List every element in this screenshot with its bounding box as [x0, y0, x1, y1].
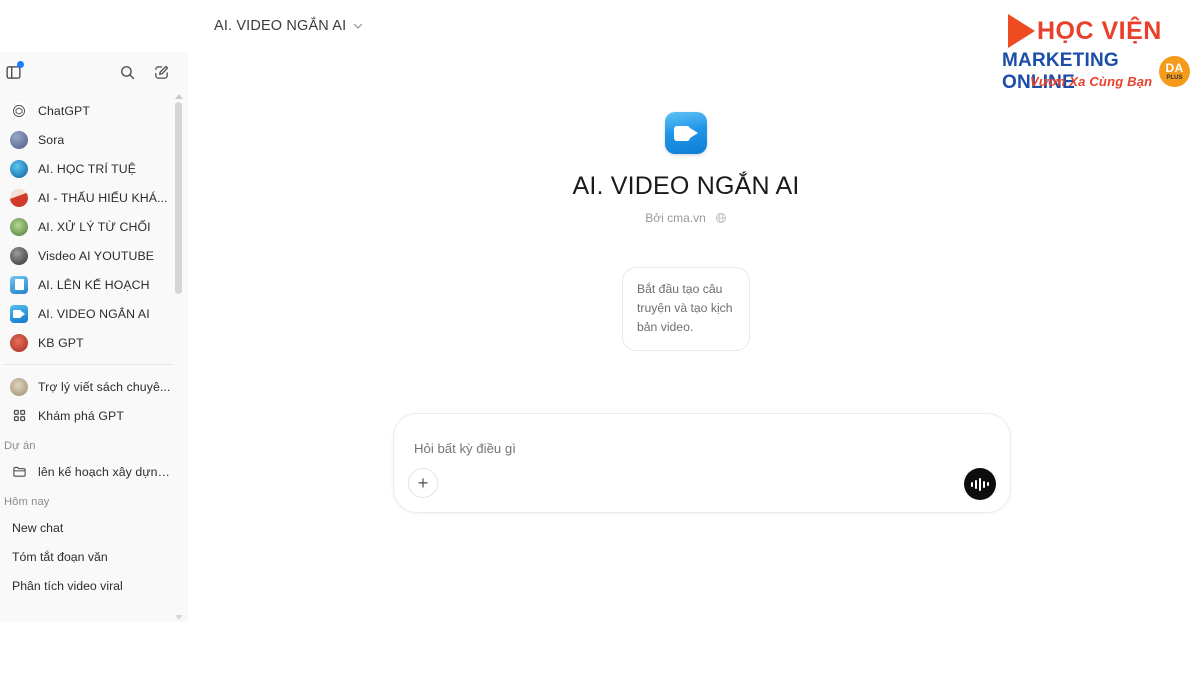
red-mascot-avatar: [10, 333, 28, 352]
projects-section-label: Dự án: [4, 440, 36, 452]
chatgpt-logo-avatar: [10, 101, 28, 120]
sidebar-item-sora[interactable]: Sora: [0, 125, 182, 154]
sidebar-item-ai-thau-hieu-kha[interactable]: AI - THẤU HIỂU KHÁ...: [0, 183, 182, 212]
byline-text: Bởi cma.vn: [645, 211, 706, 225]
history-item[interactable]: Tóm tắt đoạn văn: [0, 542, 182, 571]
globe-icon: [715, 213, 726, 223]
sidebar-item-ai-len-ke-hoach[interactable]: AI. LÊN KẾ HOẠCH: [0, 270, 182, 299]
sidebar-scroll-area: ChatGPT Sora AI. HỌC TRÍ TUỆ AI - THẤU H…: [0, 92, 188, 622]
gpt-title-label: AI. VIDEO NGẮN AI: [214, 18, 347, 34]
history-section-label: Hôm nay: [4, 496, 50, 508]
sidebar-item-ai-xu-ly-tu-choi[interactable]: AI. XỬ LÝ TỪ CHỐI: [0, 212, 182, 241]
sidebar-divider: [4, 364, 174, 365]
logo-top-row: HỌC VIỆN: [1008, 14, 1162, 48]
composer[interactable]: +: [393, 413, 1011, 513]
cartoon-avatar: [10, 217, 28, 236]
chevron-down-icon: [354, 23, 363, 29]
sidebar-item-ai-hoc-tri-tue[interactable]: AI. HỌC TRÍ TUỆ: [0, 154, 182, 183]
scroll-down-arrow-icon[interactable]: [175, 615, 183, 620]
sidebar-item-chatgpt[interactable]: ChatGPT: [0, 96, 182, 125]
video-camera-icon: [665, 112, 707, 154]
notification-dot: [17, 61, 24, 68]
sidebar-item-label: AI. LÊN KẾ HOẠCH: [38, 277, 150, 292]
sidebar-item-label: KB GPT: [38, 335, 84, 350]
plus-icon[interactable]: +: [408, 468, 438, 498]
scroll-up-arrow-icon[interactable]: [175, 94, 183, 99]
history-item[interactable]: Phân tích video viral: [0, 571, 182, 600]
sidebar-item-tro-ly-viet-sach[interactable]: Trợ lý viết sách chuyê...: [0, 372, 182, 401]
sidebar-header: [0, 52, 188, 92]
chat-input[interactable]: [414, 428, 940, 468]
grid-dots-icon: [10, 407, 28, 425]
gpt-byline: Bởi cma.vn: [645, 211, 727, 225]
sidebar-panel-icon[interactable]: [0, 57, 28, 87]
explore-list: Trợ lý viết sách chuyê... Khám phá GPT: [0, 372, 188, 430]
sidebar-item-label: ChatGPT: [38, 103, 90, 118]
voice-waveform-icon[interactable]: [964, 468, 996, 500]
suggestion-card[interactable]: Bắt đầu tạo câu truyện và tạo kịch bản v…: [622, 267, 750, 351]
sidebar-item-kham-pha-gpt[interactable]: Khám phá GPT: [0, 401, 182, 430]
sidebar-item-label: AI. VIDEO NGẮN AI: [38, 306, 150, 321]
sidebar-item-label: AI. XỬ LÝ TỪ CHỐI: [38, 219, 151, 234]
project-item[interactable]: lên kế hoạch xây dựng k...: [0, 457, 182, 486]
chatgpt-app-window: ChatGPT Sora AI. HỌC TRÍ TUỆ AI - THẤU H…: [0, 0, 1200, 675]
search-icon[interactable]: [112, 57, 142, 87]
compose-pencil-icon[interactable]: [146, 57, 176, 87]
person-avatar: [10, 188, 28, 207]
main-content: AI. VIDEO NGẮN AI AI. VIDEO NGẮN AI Bởi …: [188, 0, 1200, 675]
gpt-title-dropdown[interactable]: AI. VIDEO NGẮN AI: [206, 13, 372, 39]
page-title: AI. VIDEO NGẮN AI: [572, 172, 800, 200]
play-triangle-icon: [1008, 14, 1035, 48]
sidebar-item-label: Trợ lý viết sách chuyê...: [38, 379, 171, 394]
sidebar-item-ai-video-ngan-ai[interactable]: AI. VIDEO NGẮN AI: [0, 299, 182, 328]
sidebar-item-visdeo-ai-youtube[interactable]: Visdeo AI YOUTUBE: [0, 241, 182, 270]
gpt-hero: AI. VIDEO NGẮN AI Bởi cma.vn: [180, 112, 1192, 225]
history-item[interactable]: New chat: [0, 513, 182, 542]
watermark-logo: HỌC VIỆN MARKETING ONLINE Vươn Xa Cùng B…: [998, 8, 1194, 94]
sidebar-item-label: AI - THẤU HIỂU KHÁ...: [38, 190, 168, 205]
project-item-label: lên kế hoạch xây dựng k...: [38, 464, 172, 479]
camera-glyph: [674, 125, 698, 141]
badge-bottom-text: PLUS: [1166, 75, 1183, 81]
badge-top-text: DA: [1165, 61, 1184, 75]
clipboard-avatar: [10, 275, 28, 294]
book-assistant-avatar: [10, 377, 28, 396]
gpt-list: ChatGPT Sora AI. HỌC TRÍ TUỆ AI - THẤU H…: [0, 96, 188, 357]
brain-avatar: [10, 159, 28, 178]
suggestion-cards: Bắt đầu tạo câu truyện và tạo kịch bản v…: [180, 267, 1192, 351]
logo-line1: HỌC VIỆN: [1037, 16, 1162, 45]
sora-avatar: [10, 130, 28, 149]
sidebar-item-label: Khám phá GPT: [38, 408, 124, 423]
sidebar-item-kb-gpt[interactable]: KB GPT: [0, 328, 182, 357]
camera-person-avatar: [10, 246, 28, 265]
sidebar: ChatGPT Sora AI. HỌC TRÍ TUỆ AI - THẤU H…: [0, 52, 188, 622]
waveform-bars: [971, 477, 989, 491]
composer-area: +: [393, 413, 1011, 513]
sidebar-item-label: AI. HỌC TRÍ TUỆ: [38, 161, 137, 176]
sidebar-item-label: Visdeo AI YOUTUBE: [38, 248, 155, 263]
video-camera-avatar: [10, 304, 28, 323]
da-plus-badge: DA PLUS: [1159, 56, 1190, 87]
folder-icon: [10, 463, 28, 481]
logo-line3: Vươn Xa Cùng Bạn: [1030, 74, 1153, 89]
sidebar-item-label: Sora: [38, 132, 65, 147]
